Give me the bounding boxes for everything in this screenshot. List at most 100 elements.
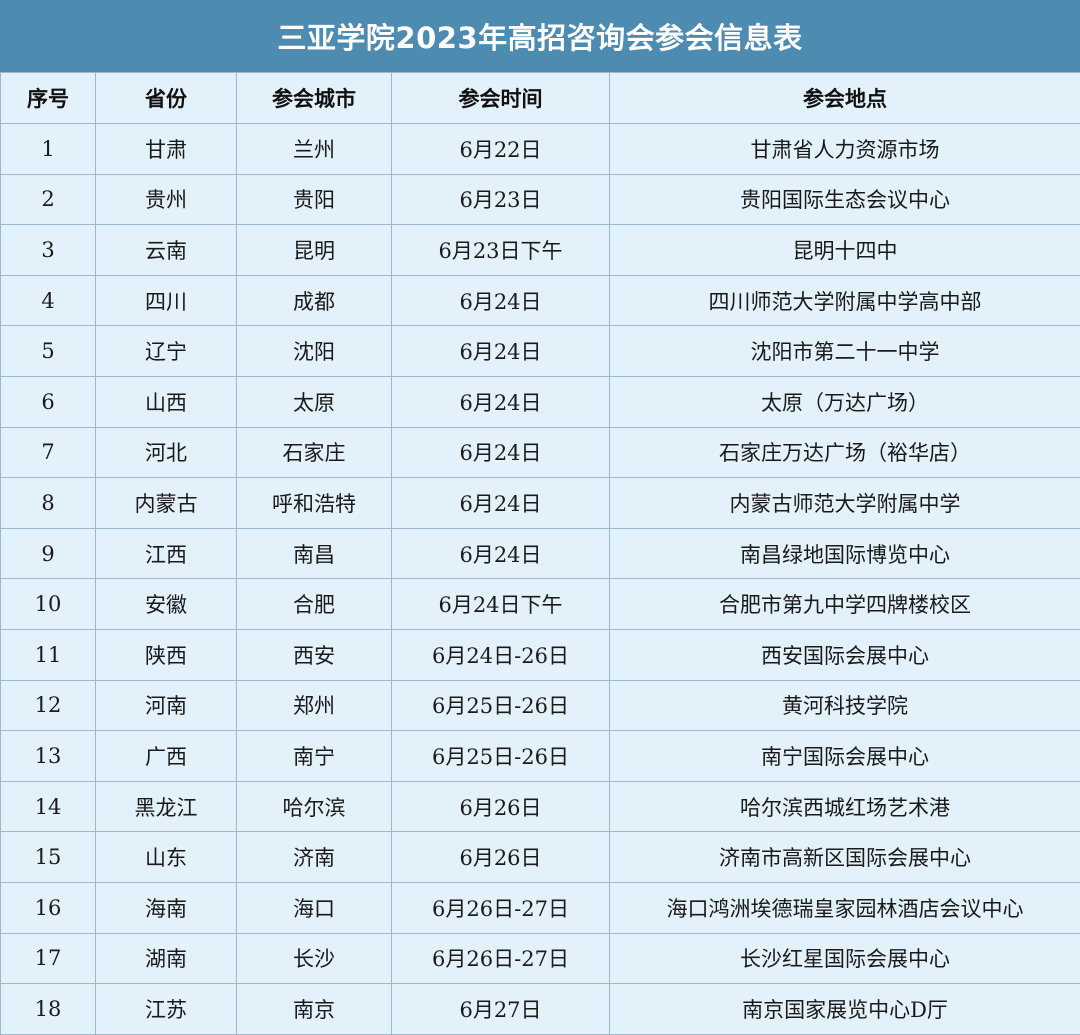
cell-city: 济南 (236, 831, 392, 883)
cell-index: 7 (0, 426, 96, 479)
table-row: 7 河北 石家庄 6月24日 石家庄万达广场（裕华店） (0, 426, 1080, 479)
table-row: 17 湖南 长沙 6月26日-27日 长沙红星国际会展中心 (0, 932, 1080, 985)
cell-time: 6月24日 (391, 527, 610, 580)
info-sheet: 三亚学院2023年高招咨询会参会信息表 序号 省份 参会城市 参会时间 参会地点… (0, 0, 1080, 1035)
title-bar: 三亚学院2023年高招咨询会参会信息表 (0, 0, 1080, 72)
cell-place: 四川师范大学附属中学高中部 (609, 274, 1080, 327)
cell-index: 9 (0, 527, 96, 580)
header-index: 序号 (0, 72, 96, 124)
cell-province: 湖南 (95, 932, 237, 985)
cell-province: 四川 (95, 274, 237, 327)
cell-city: 贵阳 (236, 173, 392, 226)
cell-city: 昆明 (236, 224, 392, 276)
cell-time: 6月23日下午 (391, 224, 610, 276)
cell-city: 合肥 (236, 578, 392, 630)
cell-province: 陕西 (95, 628, 237, 681)
cell-city: 西安 (236, 628, 392, 681)
header-time: 参会时间 (391, 72, 610, 124)
cell-province: 云南 (95, 224, 237, 276)
cell-city: 呼和浩特 (236, 477, 392, 529)
cell-index: 16 (0, 881, 96, 934)
table-row: 3 云南 昆明 6月23日下午 昆明十四中 (0, 224, 1080, 276)
cell-city: 南昌 (236, 527, 392, 580)
table-body: 1 甘肃 兰州 6月22日 甘肃省人力资源市场 2 贵州 贵阳 6月23日 贵阳国际生态会议中心 3… (0, 123, 1080, 1035)
cell-place: 合肥市第九中学四牌楼校区 (609, 578, 1080, 630)
info-table: 序号 省份 参会城市 参会时间 参会地点 1 甘肃 兰州 6月22日 甘肃省人力资源市场… (0, 72, 1080, 1035)
cell-time: 6月26日-27日 (391, 881, 610, 934)
cell-index: 1 (0, 123, 96, 175)
cell-city: 南宁 (236, 730, 392, 782)
cell-time: 6月24日-26日 (391, 628, 610, 681)
table-row: 6 山西 太原 6月24日 太原（万达广场） (0, 375, 1080, 428)
cell-place: 太原（万达广场） (609, 375, 1080, 428)
cell-province: 甘肃 (95, 123, 237, 175)
table-row: 16 海南 海口 6月26日-27日 海口鸿洲埃德瑞皇家园林酒店会议中心 (0, 881, 1080, 934)
cell-index: 6 (0, 375, 96, 428)
cell-place: 南宁国际会展中心 (609, 730, 1080, 782)
cell-index: 2 (0, 173, 96, 226)
cell-place: 贵阳国际生态会议中心 (609, 173, 1080, 226)
cell-city: 长沙 (236, 932, 392, 985)
cell-city: 沈阳 (236, 325, 392, 377)
table-row: 12 河南 郑州 6月25日-26日 黄河科技学院 (0, 679, 1080, 732)
table-row: 5 辽宁 沈阳 6月24日 沈阳市第二十一中学 (0, 325, 1080, 377)
cell-time: 6月24日 (391, 325, 610, 377)
cell-index: 4 (0, 274, 96, 327)
table-row: 14 黑龙江 哈尔滨 6月26日 哈尔滨西城红场艺术港 (0, 780, 1080, 833)
page-title: 三亚学院2023年高招咨询会参会信息表 (277, 21, 803, 55)
cell-province: 贵州 (95, 173, 237, 226)
cell-city: 海口 (236, 881, 392, 934)
cell-province: 江西 (95, 527, 237, 580)
cell-province: 黑龙江 (95, 780, 237, 833)
cell-time: 6月24日下午 (391, 578, 610, 630)
cell-time: 6月24日 (391, 375, 610, 428)
cell-province: 广西 (95, 730, 237, 782)
cell-index: 3 (0, 224, 96, 276)
cell-index: 14 (0, 780, 96, 833)
cell-city: 兰州 (236, 123, 392, 175)
cell-time: 6月26日 (391, 780, 610, 833)
cell-place: 南昌绿地国际博览中心 (609, 527, 1080, 580)
header-place: 参会地点 (609, 72, 1080, 124)
cell-index: 18 (0, 983, 96, 1035)
cell-time: 6月24日 (391, 426, 610, 479)
cell-place: 哈尔滨西城红场艺术港 (609, 780, 1080, 833)
header-province: 省份 (95, 72, 237, 124)
table-row: 13 广西 南宁 6月25日-26日 南宁国际会展中心 (0, 730, 1080, 782)
table-row: 11 陕西 西安 6月24日-26日 西安国际会展中心 (0, 628, 1080, 681)
cell-time: 6月25日-26日 (391, 679, 610, 732)
cell-place: 西安国际会展中心 (609, 628, 1080, 681)
cell-province: 江苏 (95, 983, 237, 1035)
cell-index: 5 (0, 325, 96, 377)
cell-city: 哈尔滨 (236, 780, 392, 833)
cell-index: 8 (0, 477, 96, 529)
cell-time: 6月22日 (391, 123, 610, 175)
cell-place: 海口鸿洲埃德瑞皇家园林酒店会议中心 (609, 881, 1080, 934)
cell-city: 郑州 (236, 679, 392, 732)
cell-place: 长沙红星国际会展中心 (609, 932, 1080, 985)
cell-city: 南京 (236, 983, 392, 1035)
table-row: 10 安徽 合肥 6月24日下午 合肥市第九中学四牌楼校区 (0, 578, 1080, 630)
cell-province: 安徽 (95, 578, 237, 630)
table-row: 4 四川 成都 6月24日 四川师范大学附属中学高中部 (0, 274, 1080, 327)
cell-place: 石家庄万达广场（裕华店） (609, 426, 1080, 479)
cell-place: 昆明十四中 (609, 224, 1080, 276)
table-row: 8 内蒙古 呼和浩特 6月24日 内蒙古师范大学附属中学 (0, 477, 1080, 529)
cell-time: 6月26日 (391, 831, 610, 883)
cell-time: 6月26日-27日 (391, 932, 610, 985)
table-row: 1 甘肃 兰州 6月22日 甘肃省人力资源市场 (0, 123, 1080, 175)
cell-index: 11 (0, 628, 96, 681)
table-row: 9 江西 南昌 6月24日 南昌绿地国际博览中心 (0, 527, 1080, 580)
table-row: 15 山东 济南 6月26日 济南市高新区国际会展中心 (0, 831, 1080, 883)
cell-city: 成都 (236, 274, 392, 327)
cell-province: 河南 (95, 679, 237, 732)
cell-province: 河北 (95, 426, 237, 479)
cell-time: 6月24日 (391, 477, 610, 529)
cell-time: 6月24日 (391, 274, 610, 327)
cell-place: 黄河科技学院 (609, 679, 1080, 732)
cell-time: 6月27日 (391, 983, 610, 1035)
cell-province: 山西 (95, 375, 237, 428)
cell-place: 沈阳市第二十一中学 (609, 325, 1080, 377)
cell-place: 南京国家展览中心D厅 (609, 983, 1080, 1035)
cell-index: 10 (0, 578, 96, 630)
